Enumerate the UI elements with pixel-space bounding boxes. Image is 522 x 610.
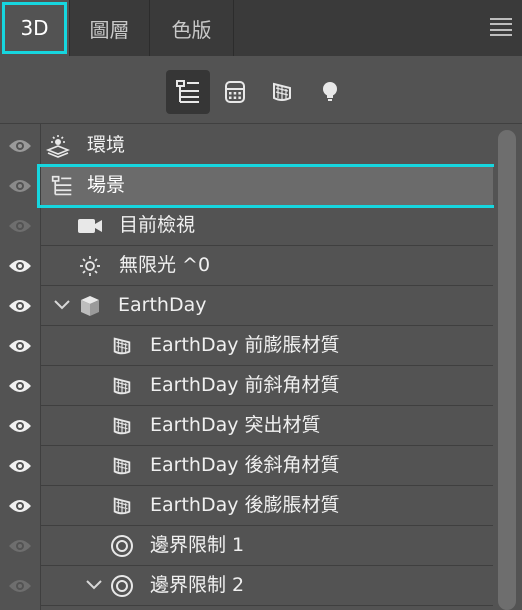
chevron-down-icon[interactable] (53, 296, 71, 314)
list-item-label: EarthDay 前膨脹材質 (150, 334, 340, 356)
scene-list: 環境 場景 目前檢視 無限光 ^0 EarthDay EarthDay 前膨脹材… (0, 124, 522, 610)
material-icon (109, 333, 135, 359)
scene-filter-button[interactable] (166, 70, 210, 114)
scene-icon (49, 173, 75, 199)
list-item-scene[interactable]: 場景 (0, 164, 497, 208)
tab-3d-label: 3D (20, 16, 49, 40)
list-item-constraint-1[interactable]: 邊界限制 1 (0, 526, 493, 566)
tab-layers-label: 圖層 (89, 17, 130, 42)
list-item-material[interactable]: EarthDay 後膨脹材質 (0, 486, 493, 526)
visibility-eye-icon[interactable] (0, 406, 40, 446)
list-item-material[interactable]: EarthDay 前膨脹材質 (0, 326, 493, 366)
list-item-material[interactable]: EarthDay 突出材質 (0, 406, 493, 446)
list-item-label: 場景 (87, 174, 126, 196)
mesh-object-icon (77, 293, 103, 319)
list-item-label: 目前檢視 (119, 214, 196, 236)
visibility-eye-icon[interactable] (0, 206, 40, 246)
chevron-down-icon[interactable] (85, 576, 103, 594)
list-item-label: 環境 (87, 134, 126, 156)
constraint-icon (109, 533, 135, 559)
visibility-eye-icon[interactable] (0, 126, 40, 166)
tab-layers[interactable]: 圖層 (70, 0, 150, 56)
environment-icon (45, 133, 71, 159)
mesh-icon (225, 81, 245, 103)
material-icon (273, 82, 291, 101)
visibility-eye-icon[interactable] (0, 286, 40, 326)
list-item-label: EarthDay (118, 294, 207, 316)
tab-channels[interactable]: 色版 (150, 0, 234, 56)
list-item-environment[interactable]: 環境 (0, 126, 493, 166)
constraint-icon (109, 573, 135, 599)
list-item-constraint-2[interactable]: 邊界限制 2 (0, 566, 493, 606)
material-icon (109, 453, 135, 479)
scene-tree-icon (176, 80, 199, 103)
mesh-filter-button[interactable] (213, 70, 257, 114)
visibility-eye-icon[interactable] (0, 326, 40, 366)
list-item-infinite-light[interactable]: 無限光 ^0 (0, 246, 493, 286)
visibility-eye-icon[interactable] (0, 566, 40, 606)
panel-tab-bar: 3D 圖層 色版 (0, 0, 522, 56)
list-item-earthday[interactable]: EarthDay (0, 286, 493, 326)
visibility-eye-icon[interactable] (0, 526, 40, 566)
visibility-eye-icon[interactable] (0, 366, 40, 406)
light-bulb-icon (323, 82, 337, 101)
list-item-label: EarthDay 後膨脹材質 (150, 494, 340, 516)
visibility-eye-icon[interactable] (0, 246, 40, 286)
list-item-material[interactable]: EarthDay 前斜角材質 (0, 366, 493, 406)
list-scrollbar[interactable] (494, 124, 522, 610)
visibility-eye-icon[interactable] (0, 486, 40, 526)
material-icon (109, 413, 135, 439)
camera-icon (77, 213, 103, 239)
visibility-eye-icon[interactable] (0, 166, 40, 206)
filter-toolbar (0, 56, 522, 124)
list-item-label: 無限光 ^0 (119, 254, 211, 276)
light-filter-button[interactable] (308, 70, 352, 114)
list-item-label: 邊界限制 1 (150, 534, 245, 556)
list-item-current-view[interactable]: 目前檢視 (0, 206, 493, 246)
material-icon (109, 493, 135, 519)
list-item-label: EarthDay 後斜角材質 (150, 454, 340, 476)
list-item-label: EarthDay 前斜角材質 (150, 374, 340, 396)
list-item-label: 邊界限制 2 (150, 574, 245, 596)
list-item-material[interactable]: EarthDay 後斜角材質 (0, 446, 493, 486)
tab-3d[interactable]: 3D (0, 0, 70, 56)
visibility-eye-icon[interactable] (0, 446, 40, 486)
material-icon (109, 373, 135, 399)
panel-menu-icon[interactable] (490, 18, 512, 36)
infinite-light-icon (77, 253, 103, 279)
list-item-label: EarthDay 突出材質 (150, 414, 321, 436)
scrollbar-thumb[interactable] (498, 130, 516, 610)
tab-channels-label: 色版 (171, 17, 212, 42)
material-filter-button[interactable] (260, 70, 304, 114)
